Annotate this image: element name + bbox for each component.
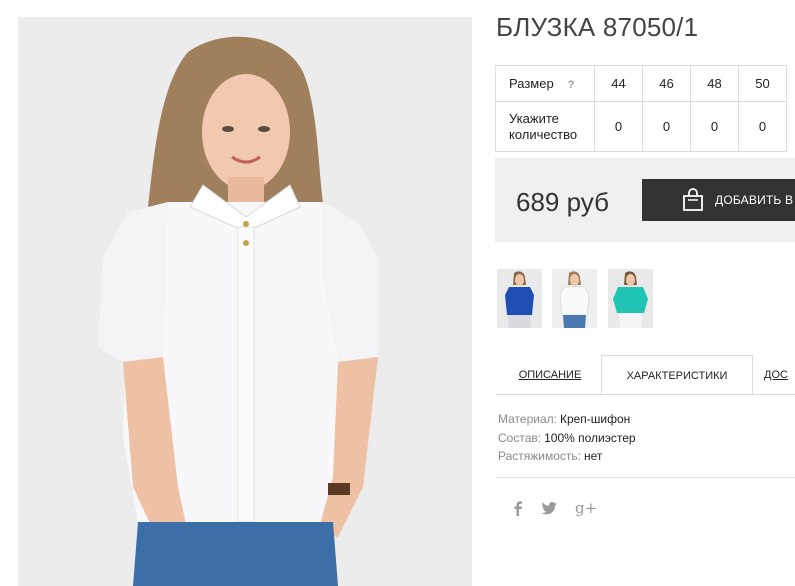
size-option-50: 50 — [738, 65, 787, 102]
characteristic-value: Креп-шифон — [559, 412, 631, 426]
quantity-input-50[interactable]: 0 — [738, 101, 787, 152]
characteristics-list: Материал: Креп-шифон Состав: 100% полиэсте… — [498, 410, 636, 466]
quantity-label: Укажите количество — [495, 101, 595, 152]
thumbnail-turquoise[interactable] — [608, 269, 653, 328]
characteristic-key: Растяжимость: — [498, 449, 582, 463]
add-to-cart-label: ДОБАВИТЬ В З — [715, 193, 795, 207]
quantity-row: Укажите количество 0 0 0 0 — [495, 101, 787, 152]
size-option-48: 48 — [690, 65, 739, 102]
tabs-divider — [496, 394, 795, 395]
main-product-photo[interactable] — [18, 17, 472, 586]
quantity-input-44[interactable]: 0 — [594, 101, 643, 152]
add-to-cart-button[interactable]: ДОБАВИТЬ В З — [642, 179, 795, 221]
google-plus-icon[interactable]: g+ — [575, 499, 597, 517]
quantity-input-46[interactable]: 0 — [642, 101, 691, 152]
size-help-icon[interactable]: ? — [568, 79, 575, 91]
size-table: Размер? 44 46 48 50 Укажите количество 0… — [495, 65, 787, 152]
characteristic-value: 100% полиэстер — [544, 430, 636, 445]
characteristic-row: Состав: 100% полиэстер — [498, 429, 636, 448]
quantity-label-line2: количество — [509, 126, 578, 142]
characteristic-value: нет — [584, 449, 603, 463]
size-option-46: 46 — [642, 65, 691, 102]
quantity-label-line1: Укажите — [509, 110, 559, 126]
section-divider — [496, 477, 795, 478]
characteristic-row: Материал: Креп-шифон — [498, 410, 636, 429]
tab-characteristics[interactable]: ХАРАКТЕРИСТИКИ — [601, 355, 753, 395]
shopping-bag-icon — [681, 188, 705, 217]
twitter-icon[interactable] — [541, 502, 557, 520]
size-label: Размер — [509, 76, 554, 91]
size-label-cell: Размер? — [495, 65, 595, 102]
quantity-input-48[interactable]: 0 — [690, 101, 739, 152]
characteristic-row: Растяжимость: нет — [498, 447, 636, 466]
google-plus-glyph: g+ — [575, 499, 598, 517]
characteristic-key: Материал: — [498, 412, 557, 426]
size-option-44: 44 — [594, 65, 643, 102]
product-title: БЛУЗКА 87050/1 — [496, 12, 699, 42]
facebook-icon[interactable] — [512, 500, 524, 521]
thumbnail-white[interactable] — [552, 269, 597, 328]
size-row: Размер? 44 46 48 50 — [495, 65, 787, 102]
tab-description[interactable]: ОПИСАНИЕ — [498, 355, 602, 395]
tab-delivery[interactable]: ДОС — [764, 355, 795, 395]
product-price: 689 руб — [516, 187, 609, 217]
characteristic-key: Состав: — [498, 430, 542, 445]
thumbnail-blue[interactable] — [497, 269, 542, 328]
buy-box: 689 руб ДОБАВИТЬ В З — [495, 158, 795, 242]
